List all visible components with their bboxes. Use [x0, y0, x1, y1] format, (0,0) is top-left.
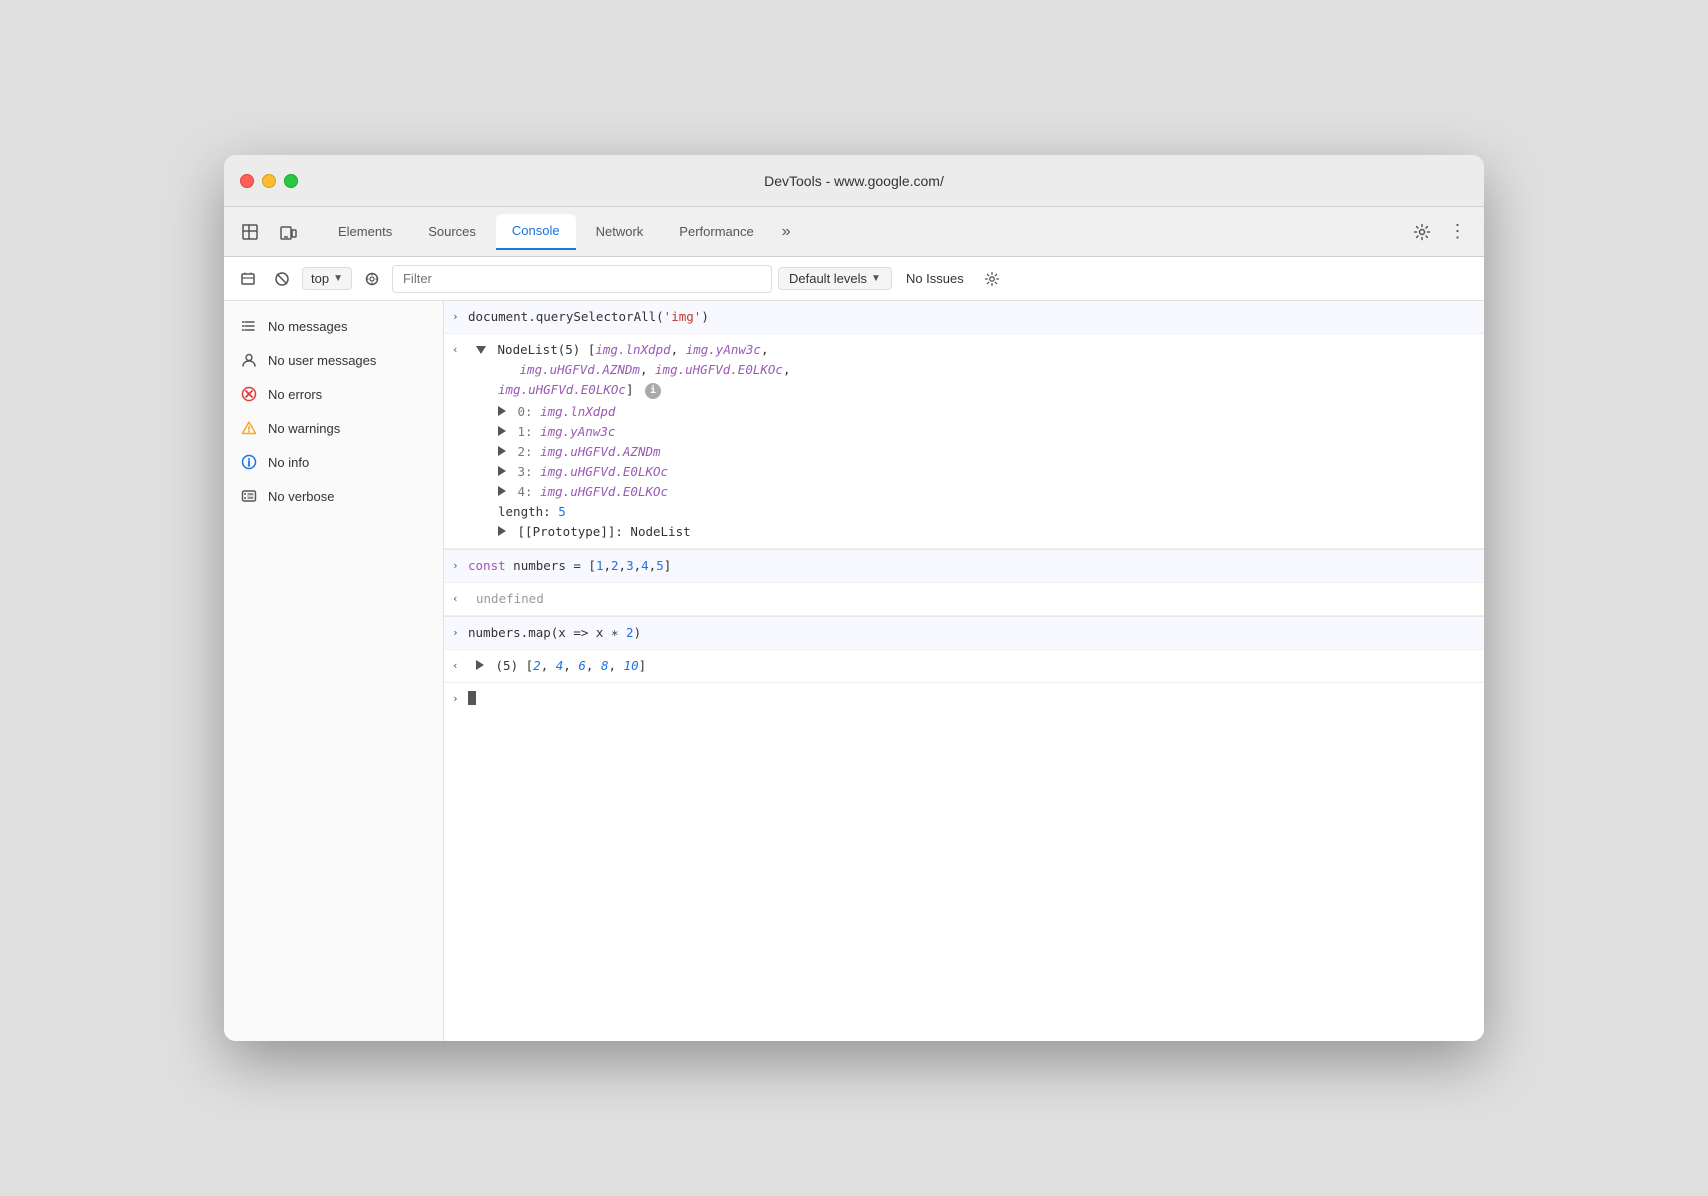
input-arrow-2: › [452, 557, 459, 575]
console-input-text: document.querySelectorAll('img') [468, 309, 709, 324]
device-toolbar-icon[interactable] [274, 218, 302, 246]
maximize-button[interactable] [284, 174, 298, 188]
clear-console-button[interactable] [234, 265, 262, 293]
user-icon [240, 351, 258, 369]
console-entry-5: › numbers.map(x => x ∗ 2) [444, 616, 1484, 650]
more-tabs-button[interactable]: » [774, 219, 799, 245]
filter-input[interactable] [392, 265, 772, 293]
console-entry-6: ‹ (5) [2, 4, 6, 8, 10] [444, 650, 1484, 683]
tab-bar: Elements Sources Console Network Perform… [224, 207, 1484, 257]
tab-console[interactable]: Console [496, 214, 576, 250]
console-entry-4: ‹ undefined [444, 583, 1484, 616]
console-input-text-2: const numbers = [1,2,3,4,5] [468, 558, 671, 573]
expand-item4-icon[interactable] [498, 486, 506, 496]
nodelist-output: NodeList(5) [img.lnXdpd, img.yAnw3c, img… [468, 340, 1474, 542]
expand-item3-icon[interactable] [498, 466, 506, 476]
chevron-down-icon: ▼ [871, 273, 881, 284]
traffic-lights [240, 174, 298, 188]
expand-item2-icon[interactable] [498, 446, 506, 456]
warning-icon [240, 419, 258, 437]
error-icon [240, 385, 258, 403]
console-settings-button[interactable] [978, 265, 1006, 293]
tab-elements[interactable]: Elements [322, 214, 408, 250]
chevron-down-icon: ▼ [333, 273, 343, 284]
output-arrow: ‹ [452, 341, 459, 359]
tab-network[interactable]: Network [580, 214, 660, 250]
input-arrow: › [452, 308, 459, 326]
devtools-window: DevTools - www.google.com/ [224, 155, 1484, 1041]
input-arrow-3: › [452, 624, 459, 642]
sidebar-item-no-verbose[interactable]: No verbose [224, 479, 443, 513]
more-options-icon[interactable]: ⋮ [1444, 218, 1472, 246]
sidebar-item-no-warnings[interactable]: No warnings [224, 411, 443, 445]
sidebar-item-no-messages[interactable]: No messages [224, 309, 443, 343]
window-title: DevTools - www.google.com/ [764, 173, 944, 189]
expand-item1-icon[interactable] [498, 426, 506, 436]
no-issues-button[interactable]: No Issues [898, 268, 972, 289]
cursor-blink [468, 691, 476, 705]
sidebar-item-no-errors[interactable]: No errors [224, 377, 443, 411]
array-output: (5) [2, 4, 6, 8, 10] [476, 658, 646, 673]
expand-prototype-icon[interactable] [498, 526, 506, 536]
output-arrow-2: ‹ [452, 590, 459, 608]
toolbar: top ▼ Default levels ▼ No Issues [224, 257, 1484, 301]
sidebar: No messages No user messages [224, 301, 444, 1041]
tab-bar-right: ⋮ [1408, 218, 1472, 246]
info-icon [240, 453, 258, 471]
expand-nodelist-icon[interactable] [476, 346, 486, 354]
inspect-element-icon[interactable] [236, 218, 264, 246]
console-area[interactable]: › document.querySelectorAll('img') ‹ Nod… [444, 301, 1484, 1041]
tab-sources[interactable]: Sources [412, 214, 492, 250]
output-arrow-3: ‹ [452, 657, 459, 675]
expand-array-icon[interactable] [476, 660, 484, 670]
console-input-line[interactable]: › [444, 683, 1484, 713]
title-bar: DevTools - www.google.com/ [224, 155, 1484, 207]
default-levels-button[interactable]: Default levels ▼ [778, 267, 892, 290]
context-selector[interactable]: top ▼ [302, 267, 352, 290]
main-content: No messages No user messages [224, 301, 1484, 1041]
info-badge[interactable]: i [645, 383, 661, 399]
live-expressions-button[interactable] [358, 265, 386, 293]
console-entry-2: ‹ NodeList(5) [img.lnXdpd, img.yAnw3c, i… [444, 334, 1484, 549]
console-input-text-3: numbers.map(x => x ∗ 2) [468, 625, 641, 640]
cursor-arrow: › [452, 692, 459, 705]
console-entry-1: › document.querySelectorAll('img') [444, 301, 1484, 334]
tab-bar-icons [236, 218, 302, 246]
undefined-text: undefined [476, 591, 544, 606]
expand-item0-icon[interactable] [498, 406, 506, 416]
sidebar-item-no-user-messages[interactable]: No user messages [224, 343, 443, 377]
console-entry-3: › const numbers = [1,2,3,4,5] [444, 549, 1484, 583]
verbose-icon [240, 487, 258, 505]
close-button[interactable] [240, 174, 254, 188]
sidebar-item-no-info[interactable]: No info [224, 445, 443, 479]
settings-icon[interactable] [1408, 218, 1436, 246]
minimize-button[interactable] [262, 174, 276, 188]
list-icon [240, 317, 258, 335]
tab-performance[interactable]: Performance [663, 214, 769, 250]
no-filter-button[interactable] [268, 265, 296, 293]
